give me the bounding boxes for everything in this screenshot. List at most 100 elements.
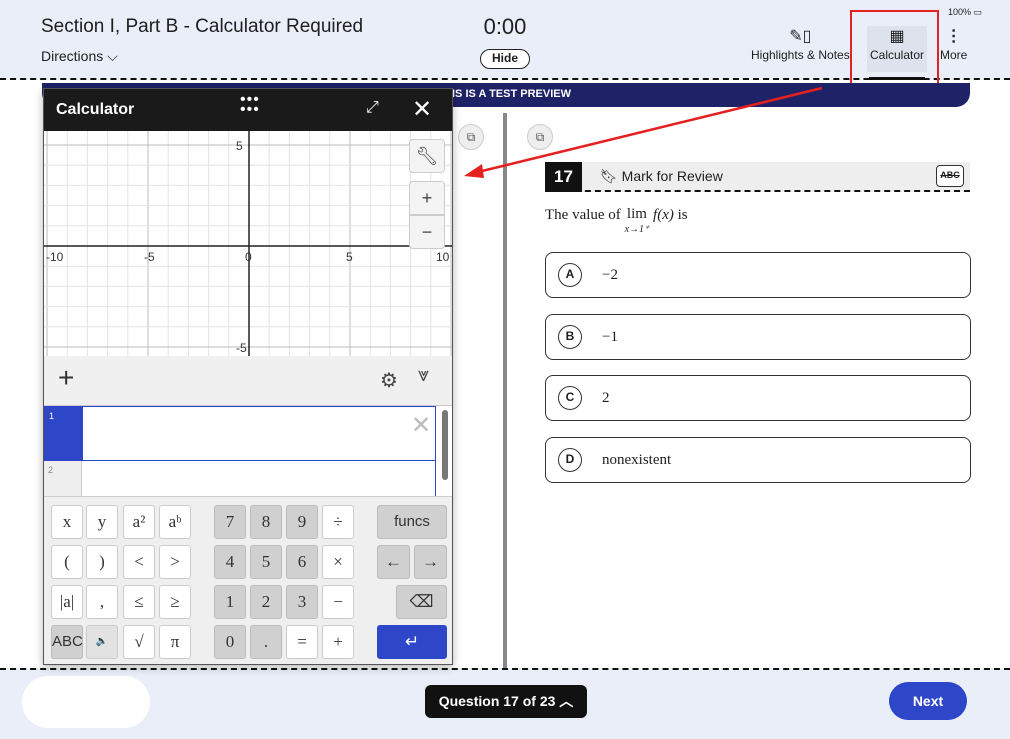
mark-label: Mark for Review — [621, 168, 723, 184]
y-tick-label: -5 — [236, 341, 247, 355]
x-tick-label: -5 — [144, 250, 155, 264]
option-text: nonexistent — [602, 451, 672, 468]
key-decimal[interactable]: . — [250, 625, 282, 659]
key-plus[interactable]: + — [322, 625, 354, 659]
key-funcs[interactable]: funcs — [377, 505, 447, 539]
answer-eliminator-button[interactable]: ABC — [936, 165, 964, 187]
key-,[interactable]: , — [86, 585, 118, 619]
key-equals[interactable]: = — [286, 625, 318, 659]
key-x[interactable]: x — [51, 505, 83, 539]
key-multiply[interactable]: × — [322, 545, 354, 579]
drag-handle-icon[interactable]: ••• ••• — [240, 92, 260, 118]
key-left-arrow[interactable]: ← — [377, 545, 410, 579]
battery-percent: 100% — [948, 7, 972, 17]
key-<[interactable]: < — [123, 545, 155, 579]
option-letter: C — [558, 386, 582, 410]
key-a²[interactable]: a² — [123, 505, 155, 539]
key-pi[interactable]: π — [159, 625, 191, 659]
key-right-arrow[interactable]: → — [414, 545, 447, 579]
directions-label: Directions — [41, 48, 104, 64]
hide-timer-button[interactable]: Hide — [480, 49, 530, 69]
delete-expression-icon[interactable]: ✕ — [411, 411, 431, 440]
option-d[interactable]: Dnonexistent — [545, 437, 971, 483]
more-button[interactable]: ⋮ More — [940, 26, 967, 62]
enter-icon[interactable]: ↵ — [377, 625, 447, 659]
key-5[interactable]: 5 — [250, 545, 282, 579]
option-c[interactable]: C2 — [545, 375, 971, 421]
speaker-icon[interactable]: 🔈 — [86, 625, 118, 659]
function: f(x) — [653, 207, 674, 223]
gear-icon[interactable]: ⚙ — [380, 368, 398, 393]
key-aᵇ[interactable]: aᵇ — [159, 505, 191, 539]
keypad: x y a² aᵇ 7 8 9 ÷ funcs () < >4 5 6 × ← → |a|, ≤ ≥1 2 3− ⌫ ABC 🔈… — [44, 496, 452, 664]
pen-note-icon: ✎▯ — [789, 28, 812, 45]
key-minus[interactable]: − — [322, 585, 354, 619]
lim: lim — [626, 206, 647, 222]
pane-divider[interactable] — [503, 113, 507, 668]
key-y[interactable]: y — [86, 505, 118, 539]
option-text: 2 — [602, 389, 610, 406]
highlight-box — [850, 10, 939, 91]
battery-status: 100% ▭ — [948, 7, 982, 18]
chevron-up-icon: ︿ — [559, 693, 574, 709]
key->[interactable]: > — [159, 545, 191, 579]
key-)[interactable]: ) — [86, 545, 118, 579]
collapse-icon[interactable]: ⩔ — [418, 364, 429, 387]
key-≤[interactable]: ≤ — [123, 585, 155, 619]
graph-area[interactable]: -10 -5 0 5 10 5 -5 🔧︎ + − — [44, 131, 452, 356]
scrollbar[interactable] — [442, 410, 448, 480]
expression-row[interactable]: 1 ✕ — [44, 406, 436, 461]
key-divide[interactable]: ÷ — [322, 505, 354, 539]
key-0[interactable]: 0 — [214, 625, 246, 659]
key-1[interactable]: 1 — [214, 585, 246, 619]
mark-for-review[interactable]: 🔖︎ Mark for Review — [600, 168, 723, 185]
key-([interactable]: ( — [51, 545, 83, 579]
key-3[interactable]: 3 — [286, 585, 318, 619]
key-sqrt[interactable]: √ — [123, 625, 155, 659]
directions-toggle[interactable]: Directions ⌵ — [41, 48, 118, 65]
question-number: 17 — [545, 162, 582, 192]
next-button[interactable]: Next — [889, 682, 967, 720]
expand-left-icon[interactable]: ⧉ — [458, 124, 484, 150]
key-8[interactable]: 8 — [250, 505, 282, 539]
option-text: −1 — [602, 328, 618, 345]
x-tick-label: 5 — [346, 250, 353, 264]
zoom-in-icon[interactable]: + — [409, 181, 445, 215]
expression-row[interactable]: 2 — [44, 461, 436, 496]
expression-index: 2 — [44, 461, 82, 496]
x-tick-label: 0 — [245, 250, 252, 264]
question-nav-button[interactable]: Question 17 of 23 ︿ — [425, 685, 587, 718]
key-7[interactable]: 7 — [214, 505, 246, 539]
calculator-title: Calculator — [56, 101, 135, 118]
wrench-icon[interactable]: 🔧︎ — [409, 139, 445, 173]
add-expression-icon[interactable]: + — [58, 362, 74, 394]
timer: 0:00 — [483, 14, 527, 39]
y-tick-label: 5 — [236, 139, 243, 153]
lim-sub: x→1⁺ — [624, 224, 650, 235]
tool-label: Highlights & Notes — [751, 48, 850, 62]
option-text: −2 — [602, 266, 618, 283]
highlights-notes-button[interactable]: ✎▯ Highlights & Notes — [751, 26, 850, 62]
more-vertical-icon: ⋮ — [945, 28, 962, 45]
expand-icon[interactable]: ⤢ — [366, 99, 379, 117]
redacted-name — [22, 676, 150, 728]
section-title: Section I, Part B - Calculator Required — [41, 16, 364, 37]
key-2[interactable]: 2 — [250, 585, 282, 619]
zoom-out-icon[interactable]: − — [409, 215, 445, 249]
key-4[interactable]: 4 — [214, 545, 246, 579]
expression-list: 1 ✕ 2 — [44, 406, 452, 496]
option-a[interactable]: A −2 — [545, 252, 971, 298]
key-≥[interactable]: ≥ — [159, 585, 191, 619]
key-6[interactable]: 6 — [286, 545, 318, 579]
text-prefix: The value of — [545, 207, 621, 223]
calculator-titlebar[interactable]: Calculator ••• ••• ⤢ ✕ — [44, 89, 452, 131]
expand-right-icon[interactable]: ⧉ — [527, 124, 553, 150]
question-text: The value of lim x→1⁺ f(x) is — [545, 207, 688, 237]
x-tick-label: 10 — [436, 250, 450, 264]
close-icon[interactable]: ✕ — [412, 95, 432, 124]
option-b[interactable]: B −1 — [545, 314, 971, 360]
key-ABC[interactable]: ABC — [51, 625, 83, 659]
backspace-icon[interactable]: ⌫ — [396, 585, 447, 619]
key-9[interactable]: 9 — [286, 505, 318, 539]
key-|a|[interactable]: |a| — [51, 585, 83, 619]
